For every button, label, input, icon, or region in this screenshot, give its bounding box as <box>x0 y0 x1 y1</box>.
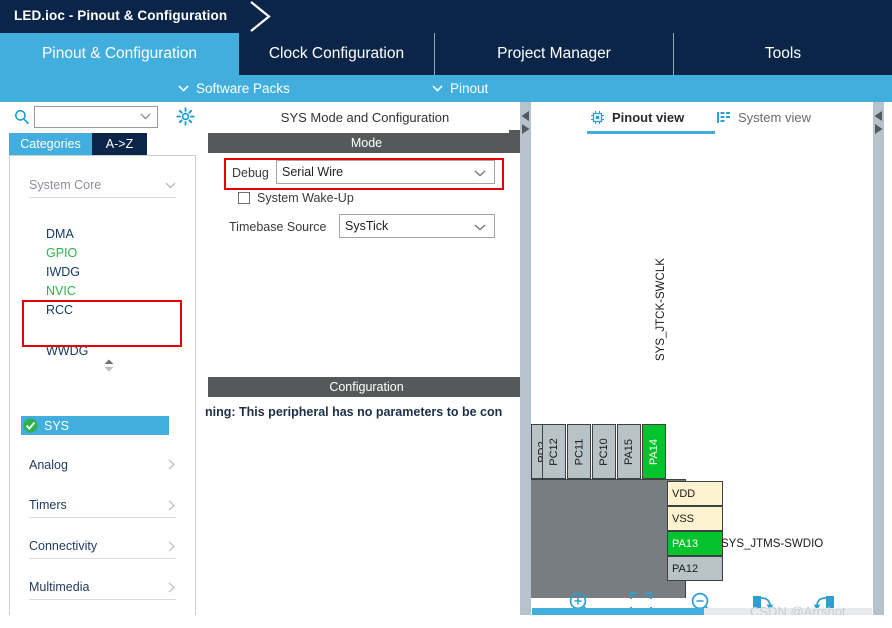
pin-vss[interactable]: VSS <box>667 506 723 531</box>
chevron-down-icon <box>178 85 189 92</box>
group-label: Timers <box>29 498 67 512</box>
breadcrumb-chevron-icon <box>250 1 271 32</box>
category-mode-tabs: Categories A->Z <box>9 133 205 155</box>
peripheral-gpio[interactable]: GPIO <box>46 243 77 262</box>
chevron-down-icon <box>432 85 443 92</box>
chevron-down-icon[interactable] <box>140 113 151 120</box>
pin-pa13[interactable]: PA13 <box>667 531 723 556</box>
menu-pinout[interactable]: Pinout <box>432 75 488 102</box>
debug-select-value: Serial Wire <box>282 165 344 179</box>
active-view-underline <box>587 131 715 134</box>
peripheral-nvic[interactable]: NVIC <box>46 281 76 300</box>
group-label: Multimedia <box>29 580 90 594</box>
pin-pc12[interactable]: PC12 <box>542 424 566 479</box>
system-view-label: System view <box>738 110 811 125</box>
window-title: LED.ioc - Pinout & Configuration <box>14 8 228 23</box>
group-analog[interactable]: Analog <box>29 452 176 477</box>
system-wakeup-label: System Wake-Up <box>257 191 354 205</box>
pin-vdd[interactable]: VDD <box>667 481 723 506</box>
signal-label-swdio: SYS_JTMS-SWDIO <box>721 538 824 550</box>
configuration-warning: ning: This peripheral has no parameters … <box>205 405 503 419</box>
chevron-right-icon <box>168 499 176 511</box>
tab-pinout-configuration[interactable]: Pinout & Configuration <box>0 33 239 75</box>
tab-pinout-view[interactable]: Pinout view <box>590 106 684 129</box>
group-system-core[interactable]: System Core <box>29 173 176 198</box>
list-icon <box>717 112 730 123</box>
search-icon[interactable] <box>14 109 30 125</box>
section-header-mode: Mode <box>208 133 525 153</box>
debug-select[interactable]: Serial Wire <box>276 160 495 184</box>
tab-a-to-z[interactable]: A->Z <box>92 133 147 155</box>
sub-tool-bar: Software Packs Pinout <box>0 75 892 102</box>
splitter-collapse-arrows-icon[interactable] <box>873 110 884 140</box>
group-multimedia[interactable]: Multimedia <box>29 575 176 600</box>
cubemx-window: LED.ioc - Pinout & Configuration Pinout … <box>0 0 892 628</box>
scroll-spinner-icon[interactable] <box>103 359 115 372</box>
left-splitter[interactable] <box>509 102 531 628</box>
gear-icon[interactable] <box>176 107 195 126</box>
main-tab-strip: Pinout & Configuration Clock Configurati… <box>0 33 892 75</box>
pinout-canvas[interactable]: SYS_JTCK-SWCLK PD2 PC12 PC11 PC10 PA15 P… <box>531 136 873 598</box>
splitter-collapse-arrows-icon[interactable] <box>520 110 531 140</box>
peripheral-wwdg[interactable]: WWDG <box>46 341 88 360</box>
mcu-package-body <box>531 479 686 598</box>
tab-clock-configuration[interactable]: Clock Configuration <box>239 33 435 75</box>
chevron-right-icon <box>168 581 176 593</box>
pin-pa14[interactable]: PA14 <box>642 424 666 479</box>
section-header-configuration: Configuration <box>208 377 525 397</box>
group-label: Connectivity <box>29 539 98 553</box>
group-label: Analog <box>29 457 68 472</box>
timebase-source-label: Timebase Source <box>229 220 327 234</box>
pin-pc10[interactable]: PC10 <box>592 424 616 479</box>
group-connectivity[interactable]: Connectivity <box>29 534 176 559</box>
chevron-right-icon <box>168 459 176 470</box>
right-splitter[interactable] <box>873 102 884 628</box>
peripheral-list: System Core Analog Timers Connectivity M… <box>9 155 196 619</box>
tab-system-view[interactable]: System view <box>716 106 811 129</box>
tab-project-manager[interactable]: Project Manager <box>435 33 674 75</box>
timebase-source-value: SysTick <box>345 219 389 233</box>
chevron-down-icon <box>474 170 486 177</box>
chevron-down-icon <box>165 182 176 189</box>
menu-software-packs[interactable]: Software Packs <box>178 75 290 102</box>
chip-icon <box>591 111 604 124</box>
signal-label-swclk: SYS_JTCK-SWCLK <box>655 258 667 361</box>
categories-panel: Categories A->Z System Core Analog Timer… <box>0 102 205 628</box>
peripheral-sys-label: SYS <box>44 418 70 433</box>
group-label: System Core <box>29 178 102 192</box>
view-tab-strip: Pinout view System view <box>531 102 873 136</box>
pinout-panel: Pinout view System view SYS_JTCK-SWCLK P… <box>531 102 873 628</box>
system-wakeup-row[interactable]: System Wake-Up <box>238 191 354 205</box>
title-bar: LED.ioc - Pinout & Configuration <box>0 0 892 33</box>
pin-pa12[interactable]: PA12 <box>667 556 723 581</box>
peripheral-sys[interactable]: SYS <box>21 416 169 435</box>
tab-tools[interactable]: Tools <box>674 33 892 75</box>
pinout-view-label: Pinout view <box>612 110 685 125</box>
chevron-right-icon <box>168 540 176 552</box>
search-row <box>0 102 205 133</box>
group-timers[interactable]: Timers <box>29 493 176 518</box>
pin-pa15[interactable]: PA15 <box>617 424 641 479</box>
debug-label: Debug <box>232 166 269 180</box>
bottom-strip <box>0 615 892 628</box>
pinout-label: Pinout <box>450 81 489 96</box>
peripheral-rcc[interactable]: RCC <box>46 300 73 319</box>
panel-title: SYS Mode and Configuration <box>280 109 450 125</box>
timebase-source-select[interactable]: SysTick <box>339 214 495 238</box>
system-wakeup-checkbox[interactable] <box>238 192 250 204</box>
tab-categories[interactable]: Categories <box>9 133 92 155</box>
peripheral-iwdg[interactable]: IWDG <box>46 262 80 281</box>
chevron-down-icon <box>474 224 486 231</box>
check-circle-icon <box>23 418 38 433</box>
splitter-tick <box>509 130 520 152</box>
pin-pc11[interactable]: PC11 <box>567 424 591 479</box>
peripheral-dma[interactable]: DMA <box>46 224 74 243</box>
software-packs-label: Software Packs <box>196 81 290 96</box>
